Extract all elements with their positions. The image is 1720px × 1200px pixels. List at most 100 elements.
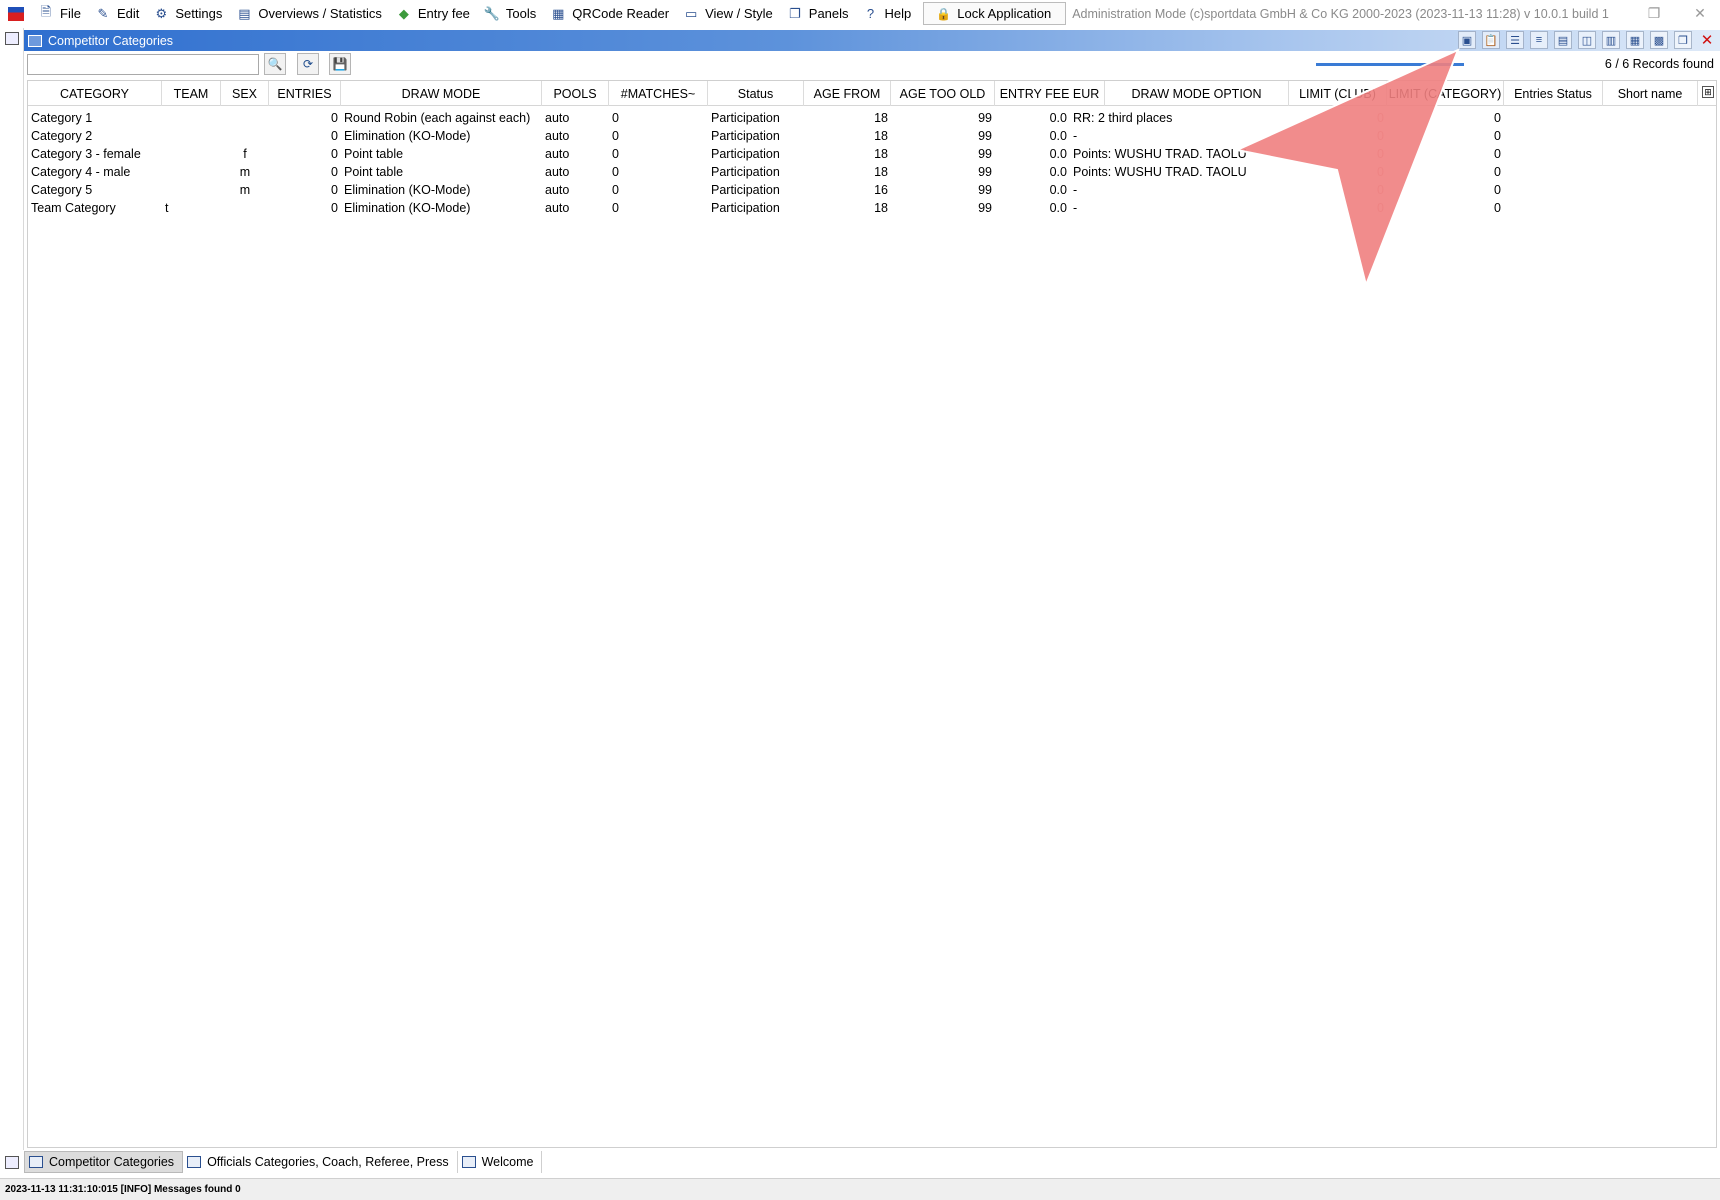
split-view-icon[interactable]: ◫ <box>1578 31 1596 49</box>
folder-window-icon[interactable]: ▣ <box>1458 31 1476 49</box>
cell-entries: 0 <box>331 201 338 215</box>
panel-toolbar: ▣ 📋 ☰ ≡ ▤ ◫ ▥ ▦ ▩ ❐ ✕ <box>1458 31 1716 49</box>
column-header-entries-status[interactable]: Entries Status <box>1504 81 1603 106</box>
column-header-category[interactable]: CATEGORY <box>28 81 162 106</box>
column-header-status[interactable]: Status <box>708 81 804 106</box>
cell-sex: f <box>243 147 247 161</box>
panels-list-icon[interactable] <box>5 1155 19 1169</box>
table-row[interactable]: Category 4 - male m 0 Point table auto 0 Parti… <box>28 163 1716 181</box>
cell-draw-mode: Elimination (KO-Mode) <box>344 201 471 215</box>
edit-icon: ✎ <box>97 5 109 21</box>
gear-icon: ⚙ <box>155 5 168 21</box>
cell-limit-club: 0 <box>1377 147 1384 161</box>
cell-draw-mode-option: - <box>1073 183 1078 197</box>
cell-limit-club: 0 <box>1377 129 1384 143</box>
table-row[interactable]: Category 2 0 Elimination (KO-Mode) auto 0 Par… <box>28 127 1716 145</box>
column-header-entries[interactable]: ENTRIES <box>269 81 341 106</box>
menu-panels[interactable]: ❐ Panels <box>781 0 857 27</box>
cell-short-name <box>1603 163 1698 181</box>
menu-help[interactable]: ? Help <box>857 0 920 27</box>
cell-limit-category: 0 <box>1494 201 1501 215</box>
search-icon[interactable]: 🔍 <box>264 53 286 75</box>
restore-window-icon[interactable]: ❐ <box>1637 0 1671 27</box>
cell-matches: 0 <box>612 147 619 161</box>
cell-pools: auto <box>545 183 570 197</box>
windows-icon[interactable] <box>5 32 19 45</box>
menu-edit[interactable]: ✎ Edit <box>89 0 147 27</box>
save-icon[interactable]: 💾 <box>329 53 351 75</box>
cell-pools: auto <box>545 129 570 143</box>
cell-team <box>162 127 221 145</box>
form-view-icon[interactable]: ☰ <box>1506 31 1524 49</box>
panels-icon: ❐ <box>788 5 801 21</box>
cell-short-name <box>1603 127 1698 145</box>
column-header-pools[interactable]: POOLS <box>542 81 609 106</box>
cell-draw-mode: Elimination (KO-Mode) <box>344 129 471 143</box>
cell-team <box>162 109 221 127</box>
tab-welcome[interactable]: Welcome <box>458 1151 543 1173</box>
cell-draw-mode-option: RR: 2 third places <box>1073 111 1173 125</box>
list-view-icon[interactable]: ≡ <box>1530 31 1548 49</box>
lock-application-button[interactable]: 🔒 Lock Application <box>923 2 1067 25</box>
cell-limit-category: 0 <box>1494 111 1501 125</box>
card-view-icon[interactable]: ▦ <box>1626 31 1644 49</box>
menu-file[interactable]: 🗎 File <box>32 0 89 27</box>
menu-qrcode-reader[interactable]: ▦ QRCode Reader <box>544 0 677 27</box>
detach-window-icon[interactable]: ❐ <box>1674 31 1692 49</box>
categories-table: CATEGORY TEAM SEX ENTRIES DRAW MODE POOL… <box>27 80 1717 1148</box>
column-header-limit-category[interactable]: LIMIT (CATEGORY) <box>1387 81 1504 106</box>
edit-card-icon[interactable]: ▤ <box>1554 31 1572 49</box>
menu-settings[interactable]: ⚙ Settings <box>147 0 230 27</box>
menu-tools[interactable]: 🔧 Tools <box>478 0 544 27</box>
tab-competitor-categories[interactable]: Competitor Categories <box>24 1151 184 1173</box>
cell-entries: 0 <box>331 165 338 179</box>
column-header-team[interactable]: TEAM <box>162 81 221 106</box>
file-icon: 🗎 <box>40 3 52 19</box>
cell-entry-fee: 0.0 <box>1049 165 1067 179</box>
cell-sex: m <box>239 183 251 197</box>
column-header-draw-mode[interactable]: DRAW MODE <box>341 81 542 106</box>
cell-limit-club: 0 <box>1377 201 1384 215</box>
menu-overviews-statistics[interactable]: ▤ Overviews / Statistics <box>230 0 390 27</box>
search-input[interactable] <box>27 54 259 75</box>
view-icon: ▭ <box>684 5 698 21</box>
cell-matches: 0 <box>612 111 619 125</box>
cell-sex <box>221 109 269 127</box>
close-window-icon[interactable]: ✕ <box>1683 0 1717 27</box>
cell-entries: 0 <box>331 111 338 125</box>
column-header-entry-fee[interactable]: ENTRY FEE EUR <box>995 81 1105 106</box>
cell-sex: m <box>239 165 251 179</box>
table-row[interactable]: Team Category t 0 Elimination (KO-Mode) auto… <box>28 199 1716 217</box>
app-logo-icon[interactable] <box>8 6 24 21</box>
clipboard-icon[interactable]: 📋 <box>1482 31 1500 49</box>
cell-draw-mode: Point table <box>344 165 404 179</box>
column-header-sex[interactable]: SEX <box>221 81 269 106</box>
cell-matches: 0 <box>612 129 619 143</box>
admin-mode-info: Administration Mode (c)sportdata GmbH & … <box>1072 6 1612 21</box>
table-row[interactable]: Category 3 - female f 0 Point table auto 0 Par… <box>28 145 1716 163</box>
menu-bar: 🗎 File ✎ Edit ⚙ Settings ▤ Overviews / Stati… <box>0 0 1720 27</box>
cell-age-from: 18 <box>874 111 888 125</box>
column-chooser-icon[interactable]: ⊞ <box>1702 86 1714 98</box>
column-header-limit-club[interactable]: LIMIT (CLUB) <box>1289 81 1387 106</box>
table-view-icon[interactable]: ▩ <box>1650 31 1668 49</box>
menu-view-style[interactable]: ▭ View / Style <box>677 0 781 27</box>
column-header-age-too-old[interactable]: AGE TOO OLD <box>891 81 995 106</box>
menu-entry-fee[interactable]: ◆ Entry fee <box>390 0 478 27</box>
left-rail <box>0 28 24 1174</box>
table-row[interactable]: Category 1 0 Round Robin (each against eac… <box>28 109 1716 127</box>
table-icon <box>187 1156 202 1168</box>
close-panel-icon[interactable]: ✕ <box>1698 31 1716 49</box>
tab-officials-categories[interactable]: Officials Categories, Coach, Referee, Pr… <box>183 1151 458 1173</box>
cell-limit-category: 0 <box>1494 165 1501 179</box>
column-header-draw-mode-option[interactable]: DRAW MODE OPTION <box>1105 81 1289 106</box>
column-header-short-name[interactable]: Short name <box>1603 81 1698 106</box>
refresh-icon[interactable]: ⟳ <box>297 53 319 75</box>
column-header-matches[interactable]: #MATCHES~ <box>609 81 708 106</box>
rows-view-icon[interactable]: ▥ <box>1602 31 1620 49</box>
database-icon <box>461 1156 476 1168</box>
column-header-age-from[interactable]: AGE FROM <box>804 81 891 106</box>
table-row[interactable]: Category 5 m 0 Elimination (KO-Mode) auto 0 Pa… <box>28 181 1716 199</box>
money-icon: ◆ <box>398 5 409 21</box>
cell-age-from: 18 <box>874 129 888 143</box>
